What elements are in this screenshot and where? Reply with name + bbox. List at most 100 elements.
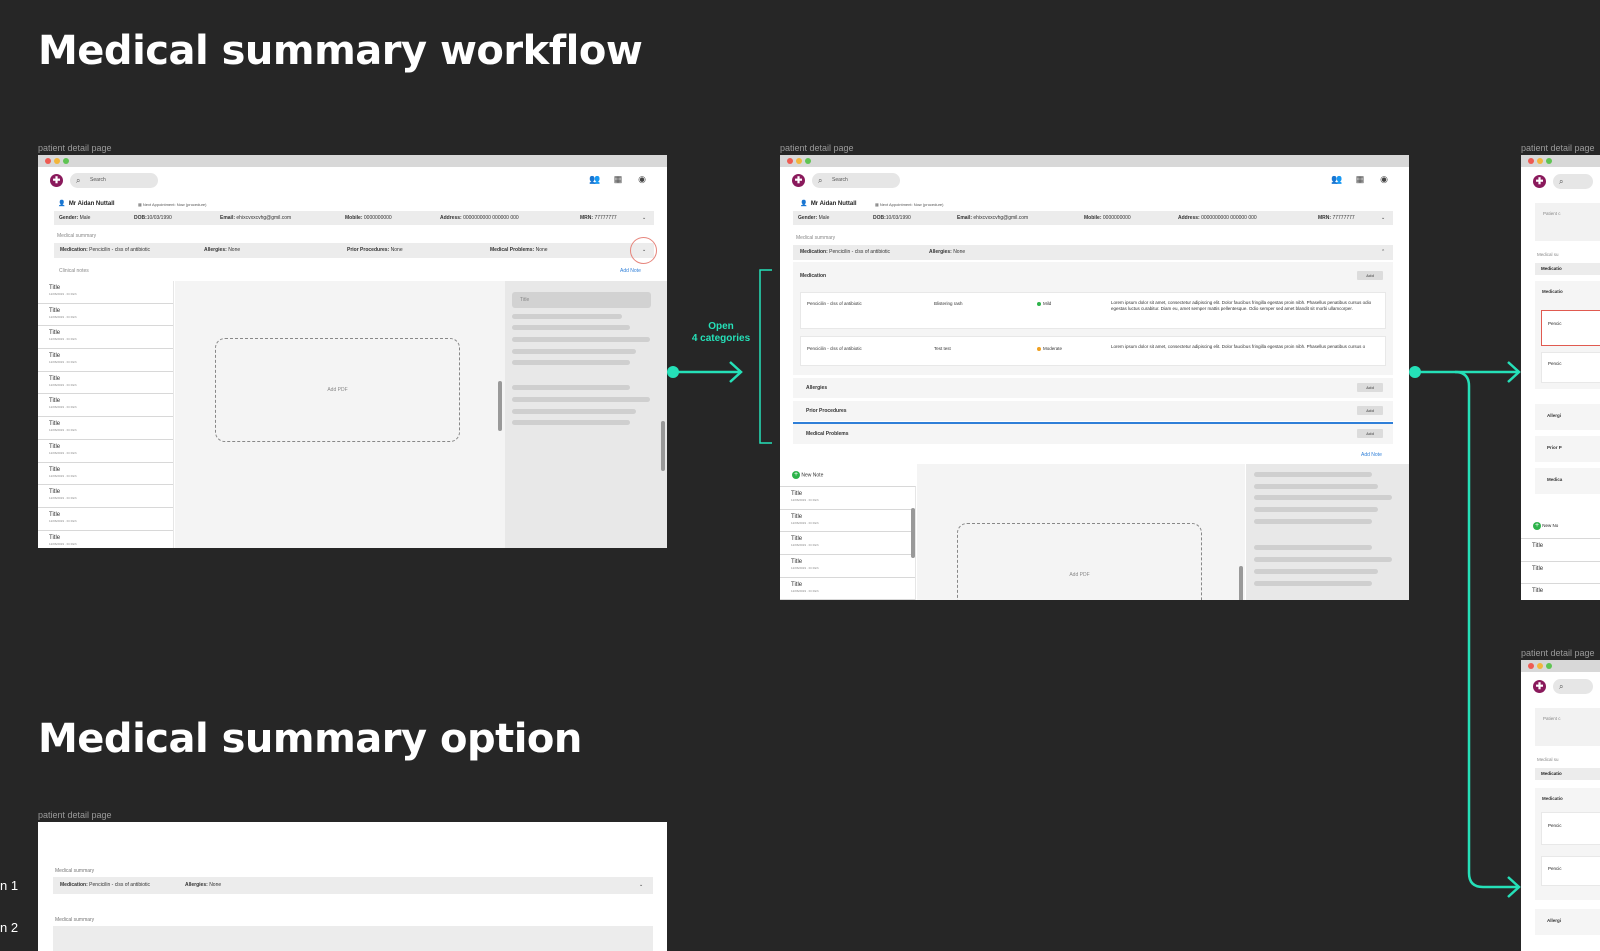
note-meta: 12/06/2019 · Dr Rich (791, 520, 819, 525)
search-icon: ⌕ (818, 176, 823, 185)
logo-icon: ✚ (1533, 680, 1546, 693)
note-list-item[interactable]: Title (1521, 584, 1600, 600)
summary-bar[interactable]: Medicatio (1535, 768, 1600, 780)
add-medication-button[interactable]: Add (1357, 271, 1383, 280)
frame-option: Medical summary Medication: Pencicilin -… (38, 822, 667, 951)
plus-icon: + (792, 471, 800, 479)
frame-label-3: patient detail page (38, 810, 112, 820)
medication-row[interactable]: Pencic (1541, 352, 1600, 383)
summary-bar[interactable]: Medication: Pencicilin - clss of antibio… (53, 877, 653, 894)
chevron-down-icon: ⌄ (1381, 215, 1386, 221)
medication-row[interactable]: Pencic (1541, 856, 1600, 886)
chevron-up-icon: ⌃ (1381, 249, 1386, 255)
people-icon[interactable]: 👥 (1331, 174, 1343, 185)
allergies-section[interactable]: Allergi (1535, 909, 1600, 935)
note-list-item[interactable]: Title (1521, 562, 1600, 585)
calendar-icon[interactable]: ▦ (1354, 174, 1366, 185)
prior-procedures-section[interactable]: Prior Procedures Add (793, 401, 1393, 421)
frame-label-4: patient detail page (1521, 143, 1595, 153)
chevron-down-icon: ⌄ (639, 882, 644, 888)
summary-label: Medical summary (55, 868, 95, 874)
note-meta: 12/06/2019 · Dr Rich (791, 588, 819, 593)
frame-label-5: patient detail page (1521, 648, 1595, 658)
add-allergy-button[interactable]: Add (1357, 383, 1383, 392)
medication-heading: Medication (800, 273, 827, 279)
new-note-button[interactable]: + New No (1533, 522, 1558, 530)
add-problem-button[interactable]: Add (1357, 429, 1383, 438)
medical-problems-section[interactable]: Medical Problems Add (793, 424, 1393, 444)
note-list-item[interactable]: Title 12/06/2019 · Dr Rich (780, 510, 915, 533)
add-pdf-dropzone[interactable]: Add PDF (957, 523, 1202, 600)
note-meta: 12/06/2019 · Dr Rich (791, 566, 819, 571)
note-meta: 12/06/2019 · Dr Rich (791, 498, 819, 502)
summary-label: Medical su (1537, 757, 1559, 762)
prior-procedures-section[interactable]: Prior P (1535, 436, 1600, 462)
note-title: Title (791, 536, 803, 543)
logo-icon: ✚ (792, 174, 805, 187)
summary-label: Medical summary (796, 235, 836, 241)
reaction: Test test (934, 346, 951, 351)
arrow-label: Open 4 categories (691, 321, 751, 344)
note-list-item[interactable]: Title 12/06/2019 · Dr Rich (780, 555, 915, 578)
new-note-button[interactable]: + New Note (792, 471, 823, 479)
note-list-item[interactable]: Title 12/06/2019 · Dr Rich (780, 578, 915, 600)
search-placeholder: Search (832, 177, 848, 183)
note-title: Title (791, 491, 803, 497)
pdf-area: Add PDF (917, 464, 1245, 600)
scrollbar[interactable] (1239, 566, 1243, 600)
notes-list: Title Title Title (1521, 538, 1600, 600)
allergies-section[interactable]: Allergies Add (793, 378, 1393, 398)
medication-row[interactable]: Pencic (1541, 812, 1600, 845)
search-icon[interactable]: ⌕ (1553, 679, 1593, 694)
frame-label-2: patient detail page (780, 143, 854, 153)
minimize-dot[interactable] (796, 158, 802, 164)
note-title: Title (1532, 565, 1544, 572)
close-dot[interactable] (787, 158, 793, 164)
note-list-item[interactable]: Title (1521, 539, 1600, 562)
search-input[interactable]: ⌕ Search (812, 173, 900, 188)
notes-list: Title 12/06/2019 · Dr Rich Title 12/06/2019… (780, 486, 916, 600)
allergies-section[interactable]: Allergi (1535, 404, 1600, 430)
drug-name: Pencicilin - clss of antibiotic (807, 346, 862, 351)
note-title: Title (791, 513, 803, 520)
note-meta: 12/06/2019 · Dr Rich (791, 543, 819, 548)
app-bar: ✚ ⌕ Search 👥 ▦ ◉ (780, 167, 1409, 193)
medical-problems-section[interactable]: Medica (1535, 468, 1600, 494)
summary-bar[interactable]: Medicatio (1535, 263, 1600, 275)
note-title: Title (1532, 588, 1544, 595)
note-text: Lorem ipsum dolor sit amet, consectetur … (1111, 344, 1366, 349)
patient-card: Patient c (1535, 708, 1600, 746)
list-scrollbar[interactable] (911, 508, 915, 558)
maximize-dot[interactable] (805, 158, 811, 164)
summary-label: Medical su (1537, 252, 1559, 257)
patient-card: Patient c (1535, 203, 1600, 241)
search-icon[interactable]: ⌕ (1553, 174, 1593, 189)
frame-expanded: ✚ ⌕ Search 👥 ▦ ◉ 👤 Mr Aidan Nuttall ▦ Nex… (780, 155, 1409, 600)
next-appointment: ▦ Next Appointment: Now (procedure) (875, 202, 944, 207)
window-chrome (780, 155, 1409, 167)
selected-row[interactable]: Pencic (1541, 310, 1600, 346)
severity: Moderate (1037, 346, 1062, 351)
severity: Mild (1037, 301, 1051, 306)
frame-alt-clipped: ✚ ⌕ Patient c Medical su Medicatio Medic… (1521, 660, 1600, 951)
reaction: Blistering rash (934, 301, 963, 306)
summary-bar[interactable]: Medication: Pencicilin - clss of antibio… (793, 245, 1393, 260)
frame-edit-clipped: ✚ ⌕ Patient c Medical su Medicatio Medic… (1521, 155, 1600, 600)
note-title: Title (791, 581, 803, 588)
summary-bar-2[interactable] (53, 926, 653, 951)
note-list-item[interactable]: Title 12/06/2019 · Dr Rich (780, 532, 915, 556)
logo-icon: ✚ (1533, 175, 1546, 188)
add-procedure-button[interactable]: Add (1357, 406, 1383, 415)
plus-icon: + (1533, 522, 1541, 530)
note-text: Lorem ipsum dolor sit amet, consectetur … (1111, 300, 1372, 311)
account-icon[interactable]: ◉ (1378, 174, 1390, 185)
patient-name: 👤 Mr Aidan Nuttall (800, 201, 857, 207)
patient-info-bar[interactable]: Gender: Male DOB:10/03/1990 Email: ehixc… (793, 211, 1393, 225)
note-title: Title (791, 559, 803, 566)
note-list-item[interactable]: Title 12/06/2019 · Dr Rich (780, 487, 915, 510)
add-note-link[interactable]: Add Note (1361, 452, 1382, 458)
note-preview-panel (1246, 464, 1409, 600)
medication-row[interactable]: Pencicilin - clss of antibiotic Blisteri… (800, 292, 1386, 329)
drug-name: Pencicilin - clss of antibiotic (807, 301, 862, 306)
medication-row[interactable]: Pencicilin - clss of antibiotic Test tes… (800, 336, 1386, 366)
